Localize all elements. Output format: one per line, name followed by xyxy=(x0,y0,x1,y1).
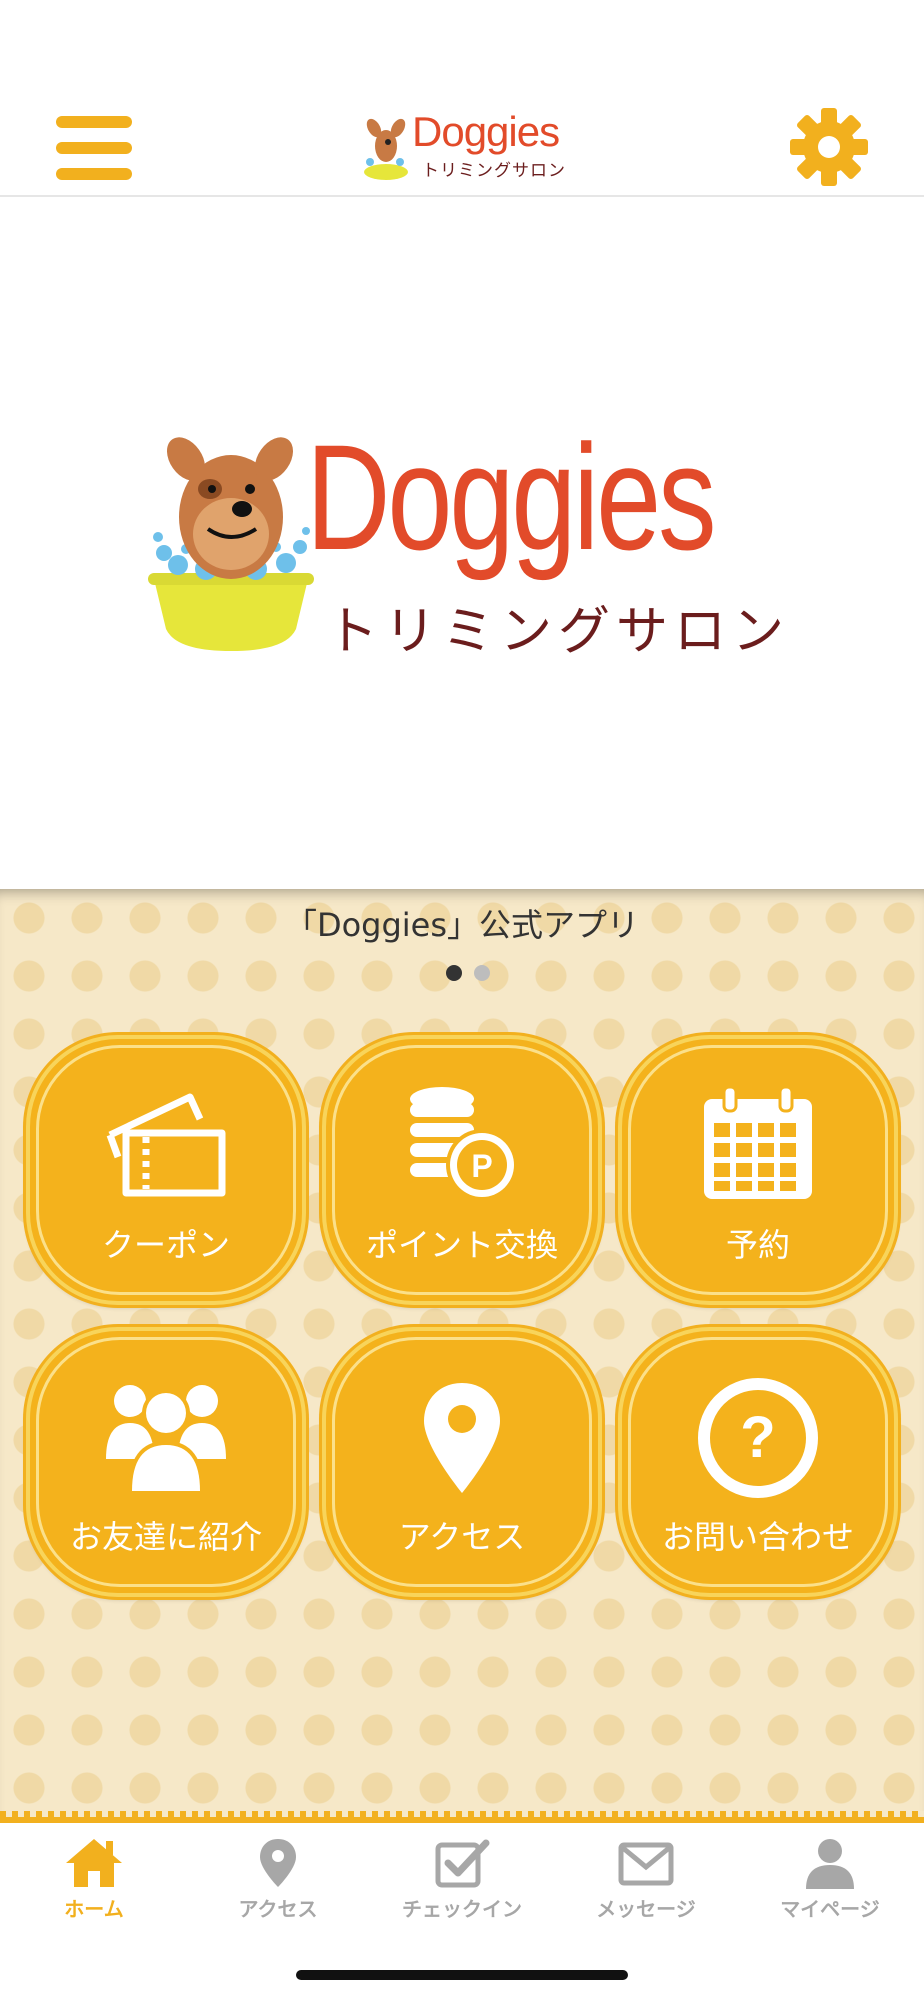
tab-home[interactable]: ホーム xyxy=(2,1837,186,1947)
access-button[interactable]: アクセス xyxy=(322,1327,602,1597)
carousel-dot-active[interactable] xyxy=(446,965,462,981)
tab-mypage[interactable]: マイページ xyxy=(738,1837,922,1947)
dog-logo-icon xyxy=(364,118,408,180)
reservation-button[interactable]: 予約 xyxy=(618,1035,898,1305)
carousel-dot[interactable] xyxy=(474,965,490,981)
tab-checkin-label: チェックイン xyxy=(402,1897,522,1921)
hero-banner: Doggies トリミングサロン xyxy=(0,199,924,889)
reservation-label: 予約 xyxy=(725,1226,790,1264)
point-exchange-label: ポイント交換 xyxy=(365,1226,558,1264)
tab-home-label: ホーム xyxy=(64,1897,124,1921)
header-logo: Doggies トリミングサロン xyxy=(360,108,566,186)
user-icon xyxy=(806,1839,854,1889)
tab-mypage-label: マイページ xyxy=(780,1897,880,1921)
refer-friends-label: お友達に紹介 xyxy=(69,1518,262,1556)
question-icon: ? xyxy=(698,1378,818,1498)
checkbox-icon xyxy=(435,1839,490,1888)
tab-access[interactable]: アクセス xyxy=(186,1837,370,1947)
gear-icon[interactable] xyxy=(790,108,868,186)
point-exchange-button[interactable]: P ポイント交換 xyxy=(322,1035,602,1305)
calendar-icon xyxy=(704,1085,812,1199)
tab-message-label: メッセージ xyxy=(596,1897,696,1921)
map-pin-icon xyxy=(260,1839,296,1887)
envelope-icon xyxy=(618,1842,674,1886)
hamburger-icon[interactable] xyxy=(56,116,132,180)
home-indicator[interactable] xyxy=(296,1970,628,1980)
home-icon xyxy=(66,1839,122,1887)
coins-icon: P xyxy=(410,1087,518,1201)
map-pin-icon xyxy=(424,1383,500,1493)
dog-mascot-icon xyxy=(148,437,314,651)
header-logo-subtitle: トリミングサロン xyxy=(422,161,566,181)
header-logo-title: Doggies xyxy=(412,108,560,155)
refer-friends-button[interactable]: お友達に紹介 xyxy=(26,1327,306,1597)
app-header: Doggies トリミングサロン xyxy=(0,0,924,197)
app-caption: 「Doggies」公式アプリ xyxy=(284,906,640,944)
svg-text:?: ? xyxy=(740,1405,775,1470)
tab-checkin[interactable]: チェックイン xyxy=(370,1837,554,1947)
carousel-indicator xyxy=(446,965,490,983)
main-menu-area: 「Doggies」公式アプリ クーポン P ポイント交換 予約 お友達に紹介 ア… xyxy=(0,889,924,1817)
coupon-button[interactable]: クーポン xyxy=(26,1035,306,1305)
tab-access-label: アクセス xyxy=(238,1897,318,1921)
access-label: アクセス xyxy=(398,1518,526,1556)
svg-text:P: P xyxy=(471,1148,492,1184)
hero-logo-title: Doggies xyxy=(306,413,717,581)
contact-button[interactable]: ? お問い合わせ xyxy=(618,1327,898,1597)
coupon-label: クーポン xyxy=(101,1226,230,1264)
ticket-icon xyxy=(106,1093,226,1197)
tab-message[interactable]: メッセージ xyxy=(554,1837,738,1947)
people-icon xyxy=(106,1385,226,1493)
hero-logo-subtitle: トリミングサロン xyxy=(326,602,791,662)
contact-label: お問い合わせ xyxy=(661,1518,854,1556)
